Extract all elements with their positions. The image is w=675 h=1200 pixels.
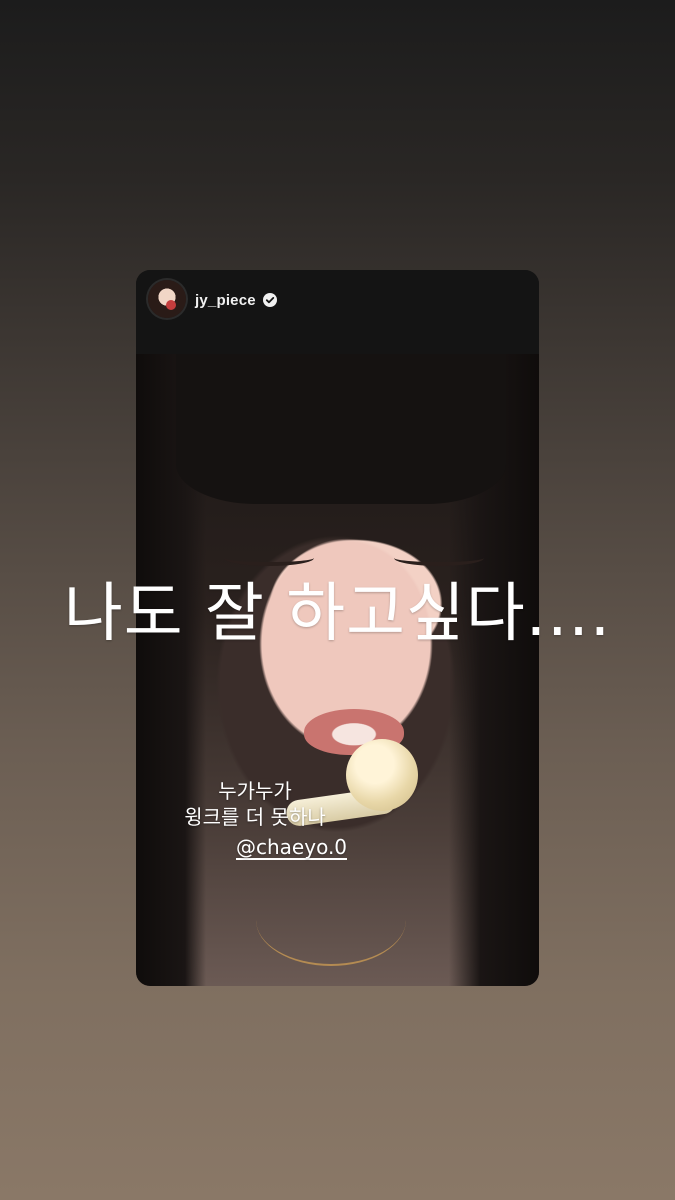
sub-caption: 누가누가 윙크를 더 못하나 <box>160 778 350 830</box>
mention-tag[interactable]: @chaeyo.0 <box>236 836 348 860</box>
sub-caption-line-1: 누가누가 <box>218 779 292 803</box>
photo-necklace <box>256 874 406 966</box>
sub-caption-line-2: 윙크를 더 못하나 <box>184 805 326 829</box>
photo-bangs <box>176 354 506 504</box>
story-photo <box>136 354 539 986</box>
verified-badge-icon <box>263 293 277 307</box>
main-caption: 나도 잘 하고싶다.... <box>63 577 612 651</box>
story-header: jy_piece <box>136 270 539 354</box>
username-label[interactable]: jy_piece <box>195 292 256 309</box>
profile-avatar[interactable] <box>148 280 186 318</box>
photo-toy-head <box>346 739 418 811</box>
